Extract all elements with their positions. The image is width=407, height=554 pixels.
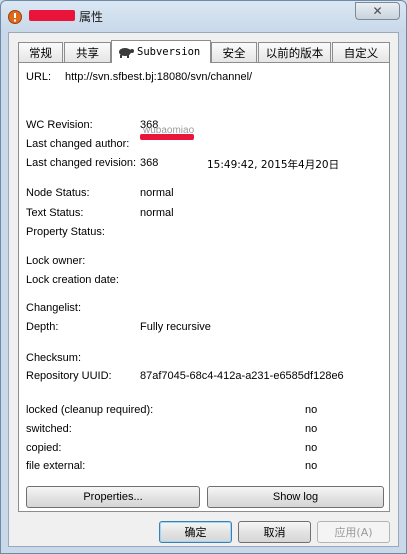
- tab-security[interactable]: 安全: [211, 42, 257, 62]
- text-status-value: normal: [140, 207, 174, 219]
- file-external-value: no: [305, 460, 318, 472]
- url-value: http://svn.sfbest.bj:18080/svn/channel/: [65, 71, 253, 83]
- tab-customize[interactable]: 自定义: [332, 42, 390, 62]
- divider: [26, 245, 383, 246]
- warning-icon: [8, 10, 22, 24]
- show-log-button[interactable]: Show log: [207, 486, 384, 508]
- last-changed-revision-value: 368: [140, 157, 159, 169]
- subversion-page: URL: http://svn.sfbest.bj:18080/svn/chan…: [18, 62, 390, 512]
- title-bar: 属性 ✕: [1, 1, 406, 31]
- last-changed-date-value: 15:49:42, 2015年4月20日: [207, 159, 340, 171]
- lock-creation-date-label: Lock creation date:: [26, 274, 119, 286]
- switched-label: switched:: [26, 423, 72, 435]
- depth-value: Fully recursive: [140, 321, 211, 333]
- property-status-label: Property Status:: [26, 226, 105, 238]
- properties-button[interactable]: Properties...: [26, 486, 200, 508]
- turtle-icon: [119, 48, 134, 58]
- divider: [26, 391, 383, 392]
- copied-value: no: [305, 442, 318, 454]
- ok-button[interactable]: 确定: [159, 521, 232, 543]
- cancel-button[interactable]: 取消: [238, 521, 311, 543]
- close-button[interactable]: ✕: [355, 2, 400, 20]
- dialog-client: 常规 共享 Subversion 安全 以前的版本 自定义 URL: http:…: [8, 32, 399, 547]
- divider: [26, 292, 383, 293]
- apply-button[interactable]: 应用(A): [317, 521, 390, 543]
- divider: [26, 108, 383, 109]
- properties-window: 属性 ✕ 常规 共享 Subversion 安全 以前的版本 自定义 URL:: [0, 0, 407, 554]
- divider: [26, 177, 383, 178]
- url-label: URL:: [26, 71, 52, 83]
- title-redaction: [29, 10, 75, 21]
- node-status-value: normal: [140, 187, 174, 199]
- close-icon: ✕: [372, 4, 383, 18]
- depth-label: Depth:: [26, 321, 59, 333]
- switched-value: no: [305, 423, 318, 435]
- lock-owner-label: Lock owner:: [26, 255, 86, 267]
- node-status-label: Node Status:: [26, 187, 90, 199]
- divider: [26, 341, 383, 342]
- changelist-label: Changelist:: [26, 302, 82, 314]
- locked-value: no: [305, 404, 318, 416]
- file-external-label: file external:: [26, 460, 86, 472]
- copied-label: copied:: [26, 442, 62, 454]
- tab-general[interactable]: 常规: [18, 42, 63, 62]
- repository-uuid-label: Repository UUID:: [26, 370, 112, 382]
- text-status-label: Text Status:: [26, 207, 84, 219]
- tab-sharing[interactable]: 共享: [64, 42, 111, 62]
- tab-subversion[interactable]: Subversion: [111, 40, 211, 63]
- repository-uuid-value: 87af7045-68c4-412a-a231-e6585df128e6: [140, 370, 344, 382]
- locked-label: locked (cleanup required):: [26, 404, 154, 416]
- tab-strip: 常规 共享 Subversion 安全 以前的版本 自定义: [18, 40, 390, 63]
- author-redaction: [140, 134, 194, 140]
- wc-revision-label: WC Revision:: [26, 119, 93, 131]
- last-changed-author-label: Last changed author:: [26, 138, 130, 150]
- checksum-label: Checksum:: [26, 352, 82, 364]
- last-changed-revision-label: Last changed revision:: [26, 157, 137, 169]
- tab-previous-versions[interactable]: 以前的版本: [258, 42, 331, 62]
- window-title: 属性: [79, 10, 104, 24]
